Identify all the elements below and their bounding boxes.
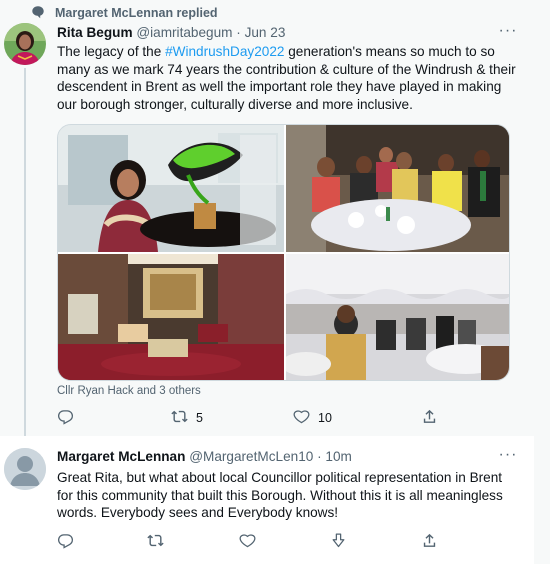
avatar-default[interactable] [4,448,46,490]
replied-label: Margaret McLennan replied [55,6,218,20]
tagged-users-link[interactable]: Cllr Ryan Hack and 3 others [57,385,201,397]
tweet-actions: 5 10 [57,408,457,428]
reply-icon [57,532,74,552]
tweet-actions [57,532,457,552]
retweet-button[interactable]: 5 [171,408,203,428]
timestamp[interactable]: Jun 23 [245,25,286,40]
author-handle[interactable]: @MargaretMcLen10 [189,449,313,464]
more-icon[interactable]: ··· [496,447,520,466]
like-count: 10 [318,411,332,425]
reply-icon [57,408,74,428]
author-name[interactable]: Margaret McLennan [57,449,185,464]
photo-group-at-table[interactable] [286,125,509,252]
separator-dot: · [317,449,322,464]
tweet-text-before: The legacy of the [57,44,166,59]
heart-icon [239,532,256,552]
share-icon [421,532,438,552]
hashtag-link[interactable]: #WindrushDay2022 [165,44,284,59]
heart-icon [293,408,310,428]
share-button[interactable] [421,408,438,428]
media-grid [57,124,510,381]
tweet-margaret-mclennan[interactable]: Margaret McLennan @MargaretMcLen10 · 10m… [0,436,534,564]
share-button[interactable] [421,532,438,552]
downvote-button[interactable] [330,532,347,552]
timestamp[interactable]: 10m [325,449,351,464]
tweet-header: Rita Begum @iamritabegum · Jun 23 [57,24,285,42]
retweet-icon [171,408,188,428]
separator-dot: · [236,25,241,40]
thread-line [24,68,26,436]
avatar[interactable] [4,23,46,65]
reply-button[interactable] [57,532,74,552]
photo-room-with-screen[interactable] [58,254,284,380]
comment-icon [31,5,45,19]
more-icon[interactable]: ··· [496,23,520,42]
like-button[interactable]: 10 [293,408,332,428]
photo-woman-with-hat[interactable] [58,125,284,252]
like-button[interactable] [239,532,256,552]
timeline: Margaret McLennan replied Rita Begum @ia… [0,0,550,564]
share-icon [421,408,438,428]
tweet-text: Great Rita, but what about local Council… [57,470,503,520]
tweet-header: Margaret McLennan @MargaretMcLen10 · 10m [57,448,352,466]
photo-event-hall[interactable] [286,254,509,380]
retweet-button[interactable] [147,532,164,552]
tweet-rita-begum[interactable]: Margaret McLennan replied Rita Begum @ia… [0,0,534,436]
tweet-text: The legacy of the #WindrushDay2022 gener… [57,43,517,113]
author-name[interactable]: Rita Begum [57,25,133,40]
downvote-icon [330,532,347,552]
reply-button[interactable] [57,408,74,428]
retweet-icon [147,532,164,552]
retweet-count: 5 [196,411,203,425]
author-handle[interactable]: @iamritabegum [136,25,232,40]
